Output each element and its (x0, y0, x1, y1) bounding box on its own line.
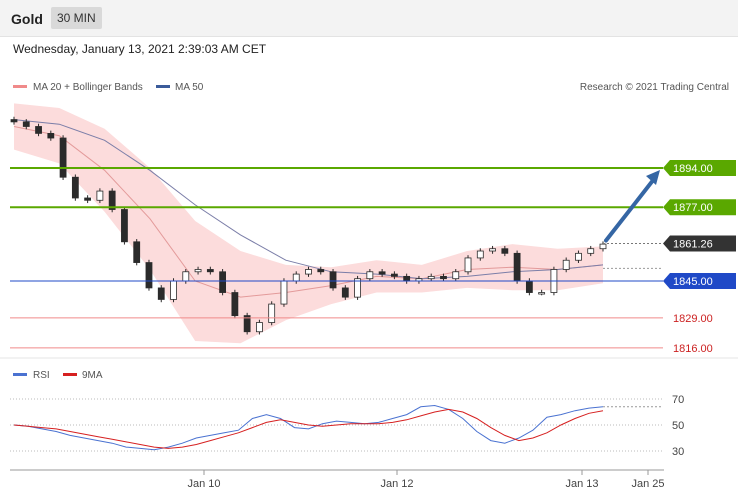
candle-body (10, 119, 18, 123)
candle-body (464, 257, 472, 273)
candle-body (231, 292, 239, 316)
candle-body (157, 287, 165, 300)
candle-body (440, 275, 447, 280)
resistance-2-label: 1894.00 (673, 163, 713, 175)
candle-body (219, 271, 227, 293)
current-price-label: 1861.26 (673, 239, 713, 251)
forecast-arrow (604, 177, 656, 243)
ma20-legend-swatch (13, 85, 27, 88)
candle-body (403, 275, 411, 282)
price-plot (10, 103, 607, 344)
ma9-legend-label: 9MA (82, 370, 103, 381)
candle-body (501, 248, 509, 254)
rsi-legend: RSI 9MA (13, 370, 103, 381)
ma9-legend-swatch (63, 373, 77, 376)
pivot-label: 1845.00 (673, 276, 713, 288)
candle-body (133, 241, 141, 263)
rsi-line (13, 404, 604, 451)
rsi-legend-swatch (13, 373, 27, 376)
support-1-label: 1829.00 (673, 313, 713, 325)
candle-body (84, 197, 92, 201)
candle-body (366, 271, 374, 280)
candle-body (59, 137, 67, 178)
candle-body (513, 252, 521, 282)
candle-body (575, 252, 582, 261)
resistance-1-label: 1877.00 (673, 202, 713, 214)
candle-body (562, 259, 570, 270)
candle-body (194, 269, 202, 273)
candle-body (587, 248, 595, 254)
candle-body (145, 262, 153, 289)
candle-body (71, 176, 79, 199)
x-tick-label: Jan 10 (187, 478, 220, 490)
candle-body (280, 280, 288, 305)
candle-body (47, 133, 55, 139)
candle-body (378, 271, 386, 275)
rsi-tick-label: 70 (672, 394, 684, 406)
rsi-legend-label: RSI (33, 370, 50, 381)
x-tick-label: Jan 13 (565, 478, 598, 490)
ma50-legend-swatch (156, 85, 170, 88)
rsi-plot: 30 50 70 (10, 394, 684, 458)
candle-body (268, 303, 276, 323)
candle-body (35, 126, 42, 134)
rsi-tick-label: 50 (672, 420, 684, 432)
candle-body (538, 292, 546, 295)
candle-body (525, 280, 533, 293)
candle-body (390, 273, 398, 277)
x-tick-label: Jan 12 (380, 478, 413, 490)
candle-body (182, 271, 190, 282)
x-tick-label: Jan 25 (631, 478, 664, 490)
price-chart: MA 20 + Bollinger Bands MA 50 Research ©… (0, 82, 738, 490)
candle-body (292, 273, 300, 282)
candle-body (599, 243, 607, 250)
candle-body (96, 190, 104, 201)
ma50-legend-label: MA 50 (175, 82, 204, 93)
candle-body (317, 269, 325, 273)
price-legend: MA 20 + Bollinger Bands MA 50 Research ©… (13, 82, 729, 93)
candle-body (121, 209, 128, 243)
candle-body (452, 271, 460, 280)
candle-body (476, 250, 484, 259)
rsi-tick-label: 30 (672, 446, 684, 458)
candle-body (489, 248, 496, 252)
ma20-legend-label: MA 20 + Bollinger Bands (33, 82, 143, 93)
candle-body (170, 280, 177, 300)
candle-body (341, 287, 349, 298)
candle-body (206, 269, 214, 273)
support-2-label: 1816.00 (673, 343, 713, 355)
x-axis: Jan 10 Jan 12 Jan 13 Jan 25 (187, 470, 665, 490)
candle-body (305, 269, 312, 275)
candle-body (256, 322, 263, 333)
credit-label: Research © 2021 Trading Central (580, 82, 729, 93)
candle-body (427, 275, 435, 280)
candle-body (329, 271, 337, 289)
candle-body (22, 121, 30, 127)
